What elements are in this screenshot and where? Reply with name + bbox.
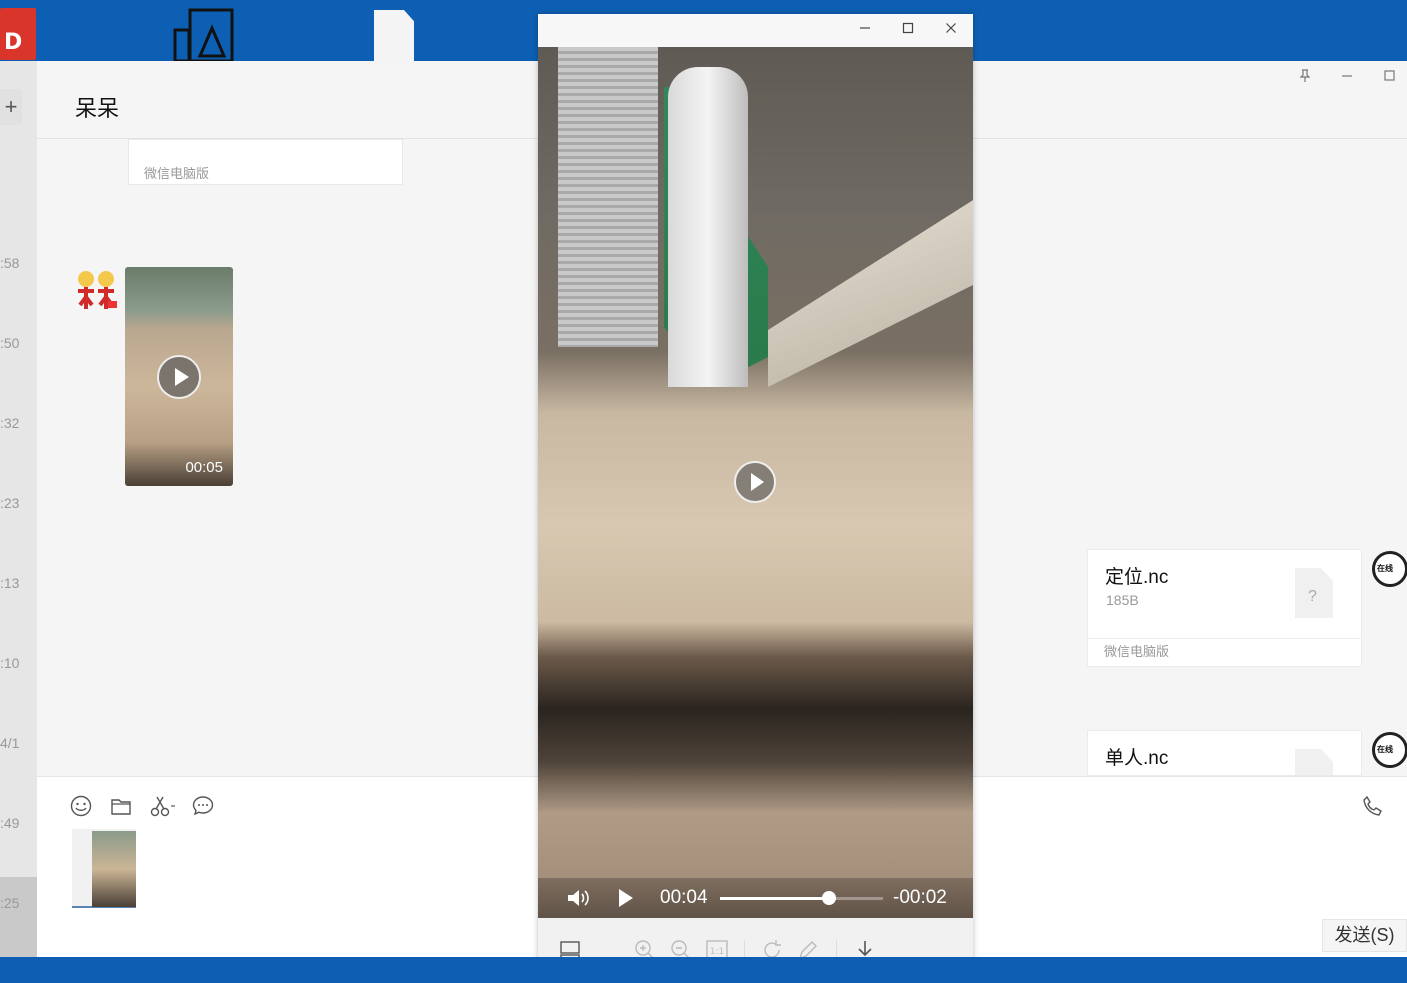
file-source: 微信电脑版 <box>1104 644 1170 659</box>
maximize-icon[interactable] <box>894 20 922 42</box>
remaining-time: -00:02 <box>893 887 947 908</box>
blank-document-icon[interactable] <box>374 10 414 61</box>
minimize-icon[interactable] <box>851 20 879 42</box>
close-icon[interactable] <box>937 20 965 42</box>
session-time: :50 <box>0 335 20 351</box>
session-time: :58 <box>0 255 20 271</box>
selected-session[interactable] <box>0 877 37 957</box>
session-list: + :58 :50 :32 :23 :13 :10 4/1 :49 :25 <box>0 61 37 957</box>
seek-handle[interactable] <box>822 891 837 905</box>
play-icon[interactable] <box>734 461 776 503</box>
phone-icon[interactable] <box>1362 795 1384 817</box>
unknown-file-icon <box>1295 749 1333 775</box>
avatar-text: 在线 <box>1377 745 1393 754</box>
send-button[interactable]: 发送(S) <box>1322 919 1407 952</box>
avatar[interactable]: 在线 <box>1372 551 1407 587</box>
file-icon-mark: ? <box>1308 588 1317 605</box>
minimize-icon[interactable] <box>1341 69 1353 85</box>
file-name: 定位.nc <box>1105 567 1169 588</box>
screenshot-video-region <box>92 831 136 907</box>
pasted-screenshot[interactable] <box>72 829 222 908</box>
session-time: :10 <box>0 655 20 671</box>
seek-bar-progress <box>720 897 830 900</box>
session-time: :49 <box>0 815 20 831</box>
chat-bubble-icon[interactable] <box>192 795 214 817</box>
file-name: 单人.nc <box>1105 748 1169 769</box>
add-button[interactable]: + <box>0 89 22 125</box>
video-frame[interactable]: 00:04 -00:02 <box>538 47 973 918</box>
session-time: :13 <box>0 575 20 591</box>
message-card[interactable]: 微信电脑版 <box>128 139 403 185</box>
session-time: :25 <box>0 895 20 911</box>
seek-bar[interactable] <box>720 891 883 905</box>
file-message[interactable]: 定位.nc 185B ? 微信电脑版 <box>1087 549 1363 667</box>
pin-icon[interactable] <box>1299 69 1311 86</box>
avatar[interactable]: 在线 <box>1372 732 1407 768</box>
current-time: 00:04 <box>660 887 708 908</box>
divider <box>1088 638 1363 639</box>
desktop-bottom-strip <box>0 957 1407 983</box>
player-titlebar <box>538 14 973 47</box>
card-source: 微信电脑版 <box>144 166 210 181</box>
session-time: 4/1 <box>0 735 20 751</box>
session-time: :23 <box>0 495 20 511</box>
unknown-file-icon: ? <box>1295 568 1333 618</box>
maximize-icon[interactable] <box>1384 69 1396 85</box>
playback-controls: 00:04 -00:02 <box>538 878 973 918</box>
folder-icon[interactable] <box>110 795 132 817</box>
session-time: :32 <box>0 415 20 431</box>
app-letter: D <box>4 30 23 55</box>
play-icon[interactable] <box>157 355 201 399</box>
video-scene <box>668 67 748 387</box>
video-message[interactable]: 00:05 <box>125 267 233 486</box>
video-scene <box>768 197 973 387</box>
cad-app-icon[interactable] <box>172 8 234 63</box>
screenshot-chat-region <box>136 829 222 908</box>
video-duration: 00:05 <box>185 459 223 476</box>
play-button[interactable] <box>619 889 633 907</box>
avatar[interactable] <box>76 269 118 311</box>
video-scene <box>558 47 658 347</box>
actual-size-label: 1:1 <box>710 947 724 957</box>
avatar-text: 在线 <box>1377 564 1393 573</box>
file-size: 185B <box>1106 592 1139 608</box>
emoji-icon[interactable] <box>70 795 92 817</box>
chat-title: 呆呆 <box>75 96 120 121</box>
file-message[interactable]: 单人.nc <box>1087 730 1362 776</box>
video-player-window: 00:04 -00:02 1:1 <box>538 14 973 983</box>
pdf-app-icon[interactable]: D <box>0 8 36 60</box>
scissors-icon[interactable] <box>150 795 178 817</box>
volume-icon[interactable] <box>566 888 592 908</box>
